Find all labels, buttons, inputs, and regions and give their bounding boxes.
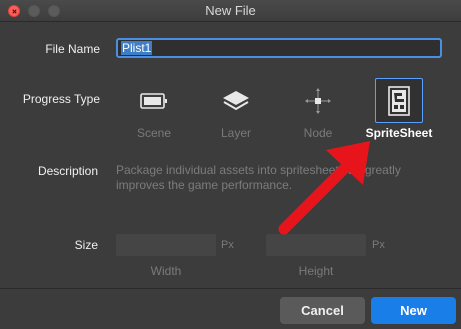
- scene-icon: [140, 92, 167, 109]
- new-button[interactable]: New: [371, 297, 456, 324]
- type-label-scene: Scene: [136, 126, 172, 140]
- node-icon: [305, 87, 331, 114]
- file-name-label: File Name: [45, 42, 100, 56]
- cancel-button[interactable]: Cancel: [280, 297, 365, 324]
- height-label: Height: [298, 264, 334, 278]
- red-arrow-annotation: [278, 141, 370, 235]
- window-title: New File: [205, 3, 256, 18]
- size-label: Size: [74, 238, 98, 252]
- type-option-scene[interactable]: [130, 78, 178, 123]
- width-unit: Px: [221, 239, 234, 251]
- footer-divider: [0, 288, 461, 289]
- description-label: Description: [37, 164, 98, 178]
- width-input[interactable]: [116, 234, 216, 256]
- type-option-spritesheet[interactable]: [375, 78, 423, 123]
- title-bar: New File: [0, 0, 461, 22]
- spritesheet-icon: [388, 85, 410, 116]
- type-option-node[interactable]: [294, 78, 342, 123]
- file-name-input[interactable]: Plist1: [116, 38, 442, 58]
- layer-icon: [223, 90, 249, 110]
- file-name-value: Plist1: [121, 41, 153, 55]
- type-option-layer[interactable]: [212, 78, 260, 123]
- type-label-layer: Layer: [220, 126, 252, 140]
- width-label: Width: [150, 264, 182, 278]
- progress-type-label: Progress Type: [22, 92, 100, 106]
- height-unit: Px: [372, 239, 385, 251]
